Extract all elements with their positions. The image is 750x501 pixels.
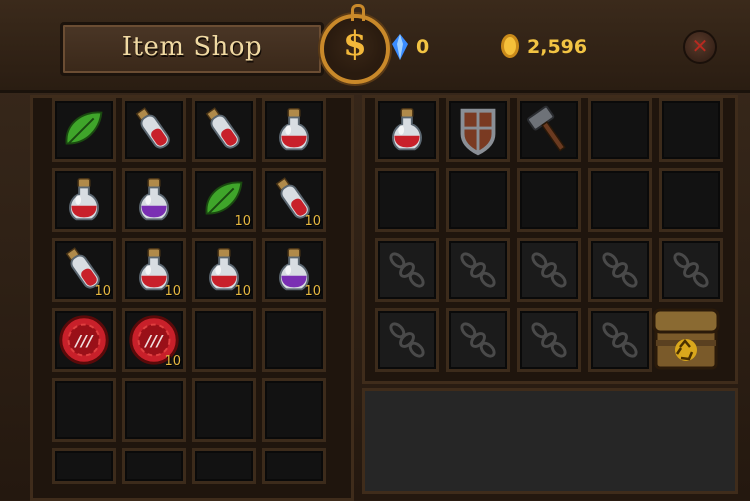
title-plate: Item Shop: [60, 22, 324, 76]
shop-slot[interactable]: [262, 448, 326, 484]
inventory-slot[interactable]: [517, 98, 581, 162]
shop-slot[interactable]: [122, 448, 186, 484]
shop-slot[interactable]: 10: [122, 238, 186, 302]
svg-text:///: ///: [74, 332, 94, 350]
chain-lock-icon: [460, 322, 496, 358]
shop-slot[interactable]: [192, 308, 256, 372]
locked-inventory-slot[interactable]: [375, 238, 439, 302]
shop-slot[interactable]: [52, 378, 116, 442]
shop-slot[interactable]: [192, 448, 256, 484]
locked-inventory-slot[interactable]: [517, 238, 581, 302]
item-quantity: 10: [234, 214, 251, 229]
shop-slot[interactable]: [52, 98, 116, 162]
chain-lock-icon: [460, 252, 496, 288]
locked-inventory-slot[interactable]: [446, 238, 510, 302]
red-chip-icon: ///: [59, 315, 109, 365]
recycle-chest-icon[interactable]: [650, 302, 722, 374]
locked-inventory-slot[interactable]: [588, 308, 652, 372]
inventory-slot[interactable]: [446, 98, 510, 162]
inventory-slot[interactable]: [659, 98, 723, 162]
close-x-icon: ✕: [691, 34, 709, 58]
shop-slot[interactable]: [122, 98, 186, 162]
wooden-shield-icon: [460, 108, 496, 156]
inventory-slot[interactable]: [659, 168, 723, 232]
chain-lock-icon: [602, 252, 638, 288]
inventory-slot[interactable]: [588, 98, 652, 162]
red-vial-icon: [205, 107, 240, 149]
chain-lock-icon: [531, 322, 567, 358]
header-bar: Item Shop $ 0 2,596 ✕: [0, 0, 750, 93]
item-quantity: 10: [304, 214, 321, 229]
shop-slot[interactable]: 10: [52, 238, 116, 302]
chain-lock-icon: [531, 252, 567, 288]
red-potion-flask-icon: [279, 108, 309, 151]
shop-slot[interactable]: [262, 98, 326, 162]
item-quantity: 10: [94, 284, 111, 299]
page-title: Item Shop: [121, 32, 263, 62]
dollar-coin-icon: $: [320, 4, 390, 84]
inventory-slot[interactable]: [517, 168, 581, 232]
shop-slot[interactable]: [122, 168, 186, 232]
chain-lock-icon: [389, 322, 425, 358]
locked-inventory-slot[interactable]: [517, 308, 581, 372]
shop-slot[interactable]: [122, 378, 186, 442]
item-quantity: 10: [234, 284, 251, 299]
locked-inventory-slot[interactable]: [375, 308, 439, 372]
iron-hammer-icon: [527, 105, 566, 152]
red-vial-icon: [135, 107, 170, 149]
locked-inventory-slot[interactable]: [659, 238, 723, 302]
shop-slot[interactable]: 10: [262, 168, 326, 232]
locked-inventory-slot[interactable]: [588, 238, 652, 302]
item-quantity: 10: [304, 284, 321, 299]
shop-slot[interactable]: ///10: [122, 308, 186, 372]
inventory-slot[interactable]: [375, 98, 439, 162]
shop-slot[interactable]: [262, 308, 326, 372]
gold-count: 2,596: [527, 36, 588, 58]
svg-text:///: ///: [144, 332, 164, 350]
blue-crystal-icon: [392, 34, 408, 60]
shop-slot[interactable]: [52, 448, 116, 484]
shop-slot[interactable]: 10: [262, 238, 326, 302]
inventory-slot[interactable]: [375, 168, 439, 232]
shop-slot[interactable]: 10: [192, 238, 256, 302]
locked-inventory-slot[interactable]: [446, 308, 510, 372]
shop-slot[interactable]: [52, 168, 116, 232]
red-potion-flask-icon: [69, 178, 99, 221]
shop-slot[interactable]: 10: [192, 168, 256, 232]
green-leaf-icon: [65, 111, 103, 145]
red-potion-flask-icon: [392, 108, 422, 151]
shop-slot[interactable]: [192, 98, 256, 162]
inventory-slot[interactable]: [446, 168, 510, 232]
crystal-count: 0: [416, 36, 430, 58]
item-quantity: 10: [164, 354, 181, 369]
item-quantity: 10: [164, 284, 181, 299]
item-description-panel: [362, 388, 738, 494]
shop-slot[interactable]: ///: [52, 308, 116, 372]
purple-potion-flask-icon: [139, 178, 169, 221]
chain-lock-icon: [673, 252, 709, 288]
gold-coin-icon: [501, 34, 519, 58]
inventory-slot[interactable]: [588, 168, 652, 232]
close-button[interactable]: ✕: [683, 30, 717, 64]
chain-lock-icon: [389, 252, 425, 288]
chain-lock-icon: [602, 322, 638, 358]
shop-slot[interactable]: [192, 378, 256, 442]
shop-slot[interactable]: [262, 378, 326, 442]
